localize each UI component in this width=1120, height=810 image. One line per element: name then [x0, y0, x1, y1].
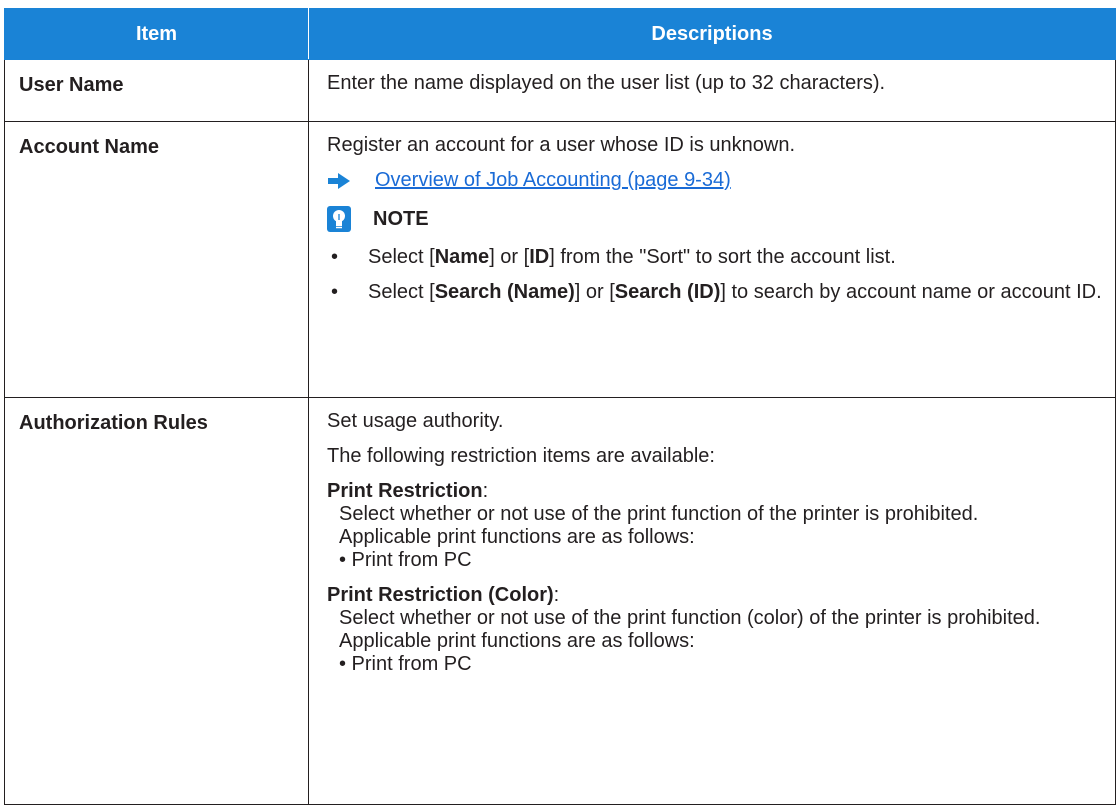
row-desc-authorization-rules: Set usage authority. The following restr… [308, 397, 1116, 805]
arrow-right-icon [328, 172, 350, 189]
desc-text: The following restriction items are avai… [327, 445, 715, 467]
table-row: Account Name Register an account for a u… [4, 121, 1116, 398]
note-text: Select [Search (Name)] or [Search (ID)] … [368, 281, 1102, 303]
bullet-dot: • [331, 246, 339, 268]
row-desc-user-name: Enter the name displayed on the user lis… [308, 59, 1116, 122]
desc-text: Set usage authority. [327, 410, 504, 432]
header-item: Item [4, 8, 309, 60]
note-text: Select [Name] or [ID] from the "Sort" to… [368, 246, 896, 268]
print-restriction: Print Restriction: Select whether or not… [327, 480, 1103, 572]
settings-table: Item Descriptions User Name Enter the na… [4, 8, 1116, 805]
sub-heading: Print Restriction (Color) [327, 584, 554, 606]
list-item: • Select [Name] or [ID] from the "Sort" … [327, 246, 1103, 269]
note-label: NOTE [373, 207, 429, 230]
row-item-user-name: User Name [4, 59, 309, 122]
row-item-account-name: Account Name [4, 121, 309, 398]
row-item-authorization-rules: Authorization Rules [4, 397, 309, 805]
table-row: User Name Enter the name displayed on th… [4, 59, 1116, 122]
job-accounting-link[interactable]: Overview of Job Accounting (page 9-34) [375, 169, 731, 192]
list-item: • Select [Search (Name)] or [Search (ID)… [327, 281, 1103, 304]
desc-text: Enter the name displayed on the user lis… [327, 72, 886, 94]
lightbulb-icon [327, 206, 351, 232]
header-descriptions: Descriptions [308, 8, 1116, 60]
bullet-dot: • [331, 281, 339, 303]
note-header: NOTE [327, 206, 1103, 232]
sub-body: Select whether or not use of the print f… [339, 503, 979, 571]
desc-text: Register an account for a user whose ID … [327, 134, 796, 156]
table-header-row: Item Descriptions [4, 8, 1116, 60]
sub-body: Select whether or not use of the print f… [339, 607, 1041, 675]
row-desc-account-name: Register an account for a user whose ID … [308, 121, 1116, 398]
link-row: Overview of Job Accounting (page 9-34) [327, 169, 1103, 192]
print-restriction-color: Print Restriction (Color): Select whethe… [327, 584, 1103, 676]
table-row: Authorization Rules Set usage authority.… [4, 397, 1116, 805]
sub-heading: Print Restriction [327, 480, 483, 502]
